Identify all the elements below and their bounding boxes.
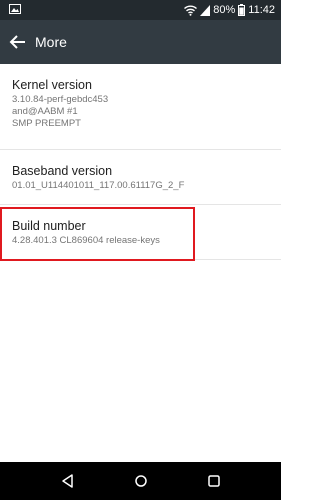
cellular-signal-icon xyxy=(200,4,211,16)
status-bar: 80% 11:42 xyxy=(0,0,281,20)
nav-home-icon[interactable] xyxy=(133,473,149,489)
nav-back-icon[interactable] xyxy=(60,473,76,489)
battery-percent: 80% xyxy=(213,4,236,16)
baseband-version-item[interactable]: Baseband version 01.01_U114401011_117.00… xyxy=(0,150,281,205)
baseband-version-value: 01.01_U114401011_117.00.61117G_2_F xyxy=(12,180,185,191)
app-bar: More xyxy=(0,20,281,64)
page-title: More xyxy=(35,34,67,50)
build-number-item[interactable]: Build number 4.28.401.3 CL869604 release… xyxy=(0,205,281,260)
status-time: 11:42 xyxy=(248,4,275,16)
nav-recents-icon[interactable] xyxy=(206,473,222,489)
status-right: 80% 11:42 xyxy=(184,0,275,20)
battery-icon xyxy=(238,4,246,16)
build-number-title: Build number xyxy=(12,219,86,233)
back-arrow-icon[interactable] xyxy=(8,32,28,52)
kernel-version-value: 3.10.84-perf-gebdc453 and@AABM #1 SMP PR… xyxy=(12,94,109,129)
kernel-version-item[interactable]: Kernel version 3.10.84-perf-gebdc453 and… xyxy=(0,64,281,150)
build-number-value: 4.28.401.3 CL869604 release-keys xyxy=(12,235,160,246)
settings-list: Kernel version 3.10.84-perf-gebdc453 and… xyxy=(0,64,281,260)
image-icon xyxy=(9,4,21,14)
navigation-bar xyxy=(0,462,281,500)
kernel-version-title: Kernel version xyxy=(12,78,92,92)
wifi-icon xyxy=(184,5,198,16)
baseband-version-title: Baseband version xyxy=(12,164,113,178)
